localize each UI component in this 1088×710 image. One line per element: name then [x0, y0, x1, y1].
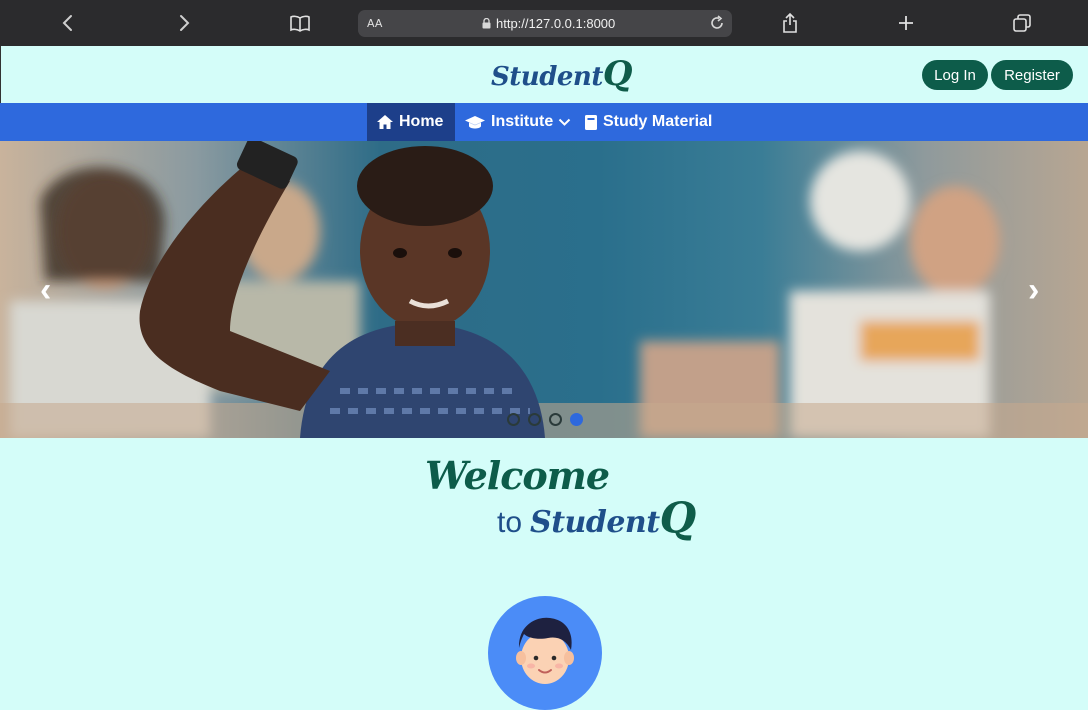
forward-icon[interactable]	[172, 11, 196, 35]
register-button[interactable]: Register	[991, 60, 1073, 90]
carousel-dot-1[interactable]	[507, 413, 520, 426]
welcome-subheading: to StudentQ	[497, 493, 696, 542]
chevron-down-icon	[559, 118, 571, 126]
share-icon[interactable]	[778, 11, 802, 35]
graduation-cap-icon	[465, 116, 485, 129]
site-header: StudentQ Log In Register	[0, 46, 1088, 103]
reload-icon[interactable]	[708, 14, 726, 37]
home-icon	[377, 115, 393, 129]
nav-item-label: Institute	[491, 113, 554, 130]
classroom-photo	[0, 141, 1088, 438]
site-logo[interactable]: StudentQ	[491, 54, 632, 94]
text-size-button[interactable]: AA	[367, 17, 382, 30]
address-bar[interactable]: AA http://127.0.0.1:8000	[358, 10, 732, 37]
welcome-heading: Welcome	[425, 453, 610, 498]
nav-item-study-material[interactable]: Study Material	[575, 103, 721, 141]
carousel-dot-4[interactable]	[570, 413, 583, 426]
book-icon	[585, 114, 597, 130]
logo-q: Q	[602, 54, 633, 94]
welcome-brand-text: Student	[530, 505, 660, 540]
carousel-dot-2[interactable]	[528, 413, 541, 426]
bookmarks-icon[interactable]	[288, 11, 312, 35]
carousel-prev-button[interactable]: ‹	[40, 271, 51, 310]
url-field[interactable]: http://127.0.0.1:8000	[482, 16, 615, 31]
new-tab-icon[interactable]	[894, 11, 918, 35]
logo-text: Student	[491, 62, 603, 92]
nav-item-institute[interactable]: Institute	[455, 103, 580, 141]
back-icon[interactable]	[56, 11, 80, 35]
main-nav: Home Institute Study Material	[0, 103, 1088, 141]
welcome-brand-q: Q	[659, 493, 697, 542]
student-face-illustration	[516, 617, 574, 684]
tabs-overview-icon[interactable]	[1010, 11, 1034, 35]
carousel-next-button[interactable]: ›	[1028, 271, 1039, 310]
welcome-brand: StudentQ	[530, 493, 696, 542]
carousel-indicators	[507, 413, 583, 426]
lock-icon	[482, 18, 491, 29]
hero-carousel: ‹ ›	[0, 141, 1088, 438]
welcome-to-text: to	[497, 506, 523, 539]
nav-item-home[interactable]: Home	[367, 103, 455, 141]
student-avatar	[488, 596, 602, 710]
url-text: http://127.0.0.1:8000	[496, 16, 616, 31]
login-button[interactable]: Log In	[922, 60, 988, 90]
browser-toolbar: AA http://127.0.0.1:8000	[0, 0, 1088, 46]
carousel-dot-3[interactable]	[549, 413, 562, 426]
nav-item-label: Study Material	[603, 113, 713, 130]
nav-item-label: Home	[399, 113, 444, 130]
